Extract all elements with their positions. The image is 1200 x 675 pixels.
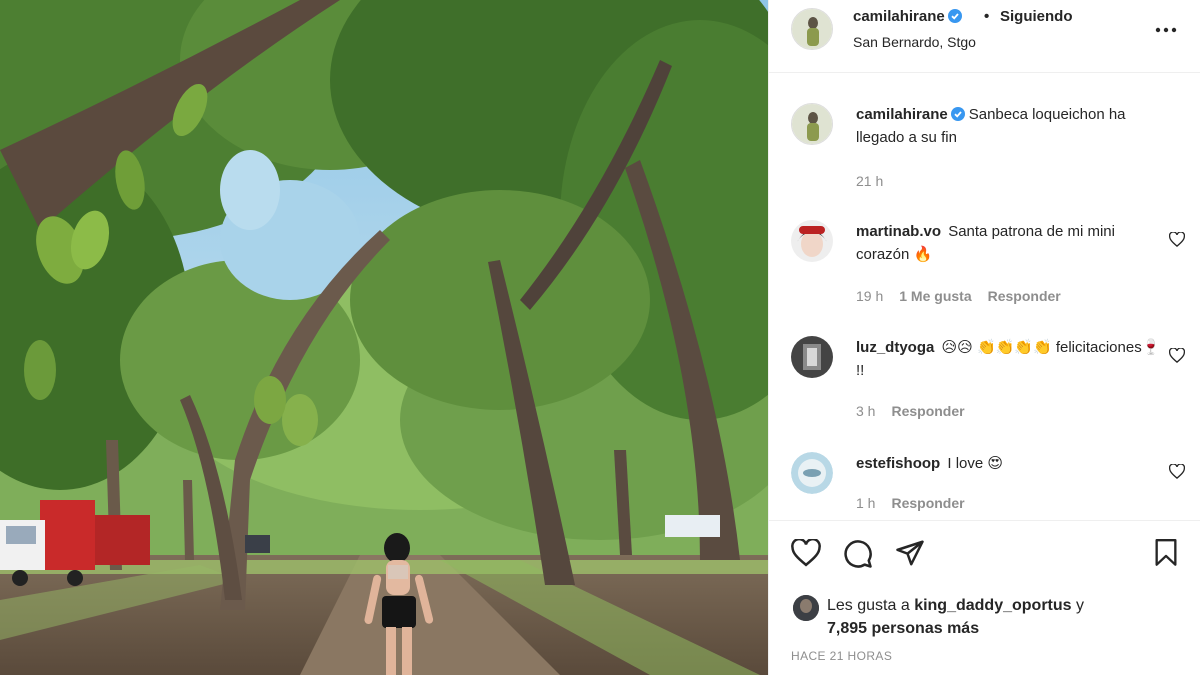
post-time-ago[interactable]: HACE 21 HORAS [791, 649, 892, 663]
comment-likes-count[interactable]: 1 Me gusta [899, 288, 971, 304]
commenter-avatar[interactable] [791, 336, 833, 378]
likes-conj: y [1076, 597, 1084, 614]
comment-username[interactable]: martinab.vo [856, 223, 941, 240]
more-options-icon[interactable] [1155, 17, 1177, 37]
caption-timestamp[interactable]: 21 h [856, 173, 883, 189]
comment-text: I love 😍 [947, 455, 1004, 472]
caption-author-avatar[interactable] [791, 103, 833, 145]
commenter-avatar[interactable] [791, 452, 833, 494]
post-sidebar: camilahirane • Siguiendo San Bernardo, S… [768, 0, 1200, 675]
reply-button[interactable]: Responder [988, 288, 1061, 304]
share-send-icon[interactable] [895, 539, 925, 567]
comment-meta: 1 h Responder [856, 495, 981, 511]
author-username[interactable]: camilahirane [853, 8, 962, 26]
verified-badge-icon [947, 9, 962, 23]
commenter-avatar[interactable] [791, 220, 833, 262]
like-comment-heart-icon[interactable] [1169, 464, 1185, 479]
like-heart-icon[interactable] [791, 539, 821, 567]
comment-username[interactable]: luz_dtyoga [856, 339, 934, 356]
separator-dot: • [984, 8, 990, 25]
likes-summary: Les gusta a king_daddy_oportus y 7,895 p… [827, 594, 1084, 640]
reply-button[interactable]: Responder [891, 495, 964, 511]
likes-count[interactable]: 7,895 personas más [827, 620, 979, 637]
comment-time[interactable]: 3 h [856, 403, 875, 419]
post-location[interactable]: San Bernardo, Stgo [853, 34, 976, 50]
reply-button[interactable]: Responder [891, 403, 964, 419]
comment-time[interactable]: 19 h [856, 288, 883, 304]
liker-avatar[interactable] [793, 595, 819, 621]
author-avatar[interactable] [791, 8, 833, 50]
comment-meta: 19 h 1 Me gusta Responder [856, 288, 1077, 304]
like-comment-heart-icon[interactable] [1169, 348, 1185, 363]
post-photo[interactable] [0, 0, 768, 675]
post-header: camilahirane • Siguiendo San Bernardo, S… [769, 0, 1200, 73]
author-username-text[interactable]: camilahirane [853, 8, 945, 25]
liker-username[interactable]: king_daddy_oportus [914, 597, 1071, 614]
comment-meta: 3 h Responder [856, 403, 981, 419]
comment-text-block: martinab.vo Santa patrona de mi mini cor… [856, 220, 1166, 266]
comment-username[interactable]: estefishoop [856, 455, 940, 472]
caption-text-block: camilahirane Sanbeca loqueichon ha llegad… [856, 103, 1166, 149]
comment-time[interactable]: 1 h [856, 495, 875, 511]
save-bookmark-icon[interactable] [1154, 539, 1178, 567]
likes-prefix: Les gusta a [827, 597, 910, 614]
photo-orchard-scene [0, 0, 768, 675]
comment-bubble-icon[interactable] [843, 539, 873, 569]
like-comment-heart-icon[interactable] [1169, 232, 1185, 247]
comment-text-block: luz_dtyoga 😥😥 👏👏👏👏 felicitaciones🍷 !! [856, 336, 1166, 382]
following-button[interactable]: Siguiendo [1000, 8, 1073, 25]
caption-meta: 21 h [856, 173, 899, 189]
comment-text-block: estefishoop I love 😍 [856, 452, 1166, 475]
caption-username[interactable]: camilahirane [856, 106, 948, 123]
verified-badge-icon [950, 107, 965, 121]
